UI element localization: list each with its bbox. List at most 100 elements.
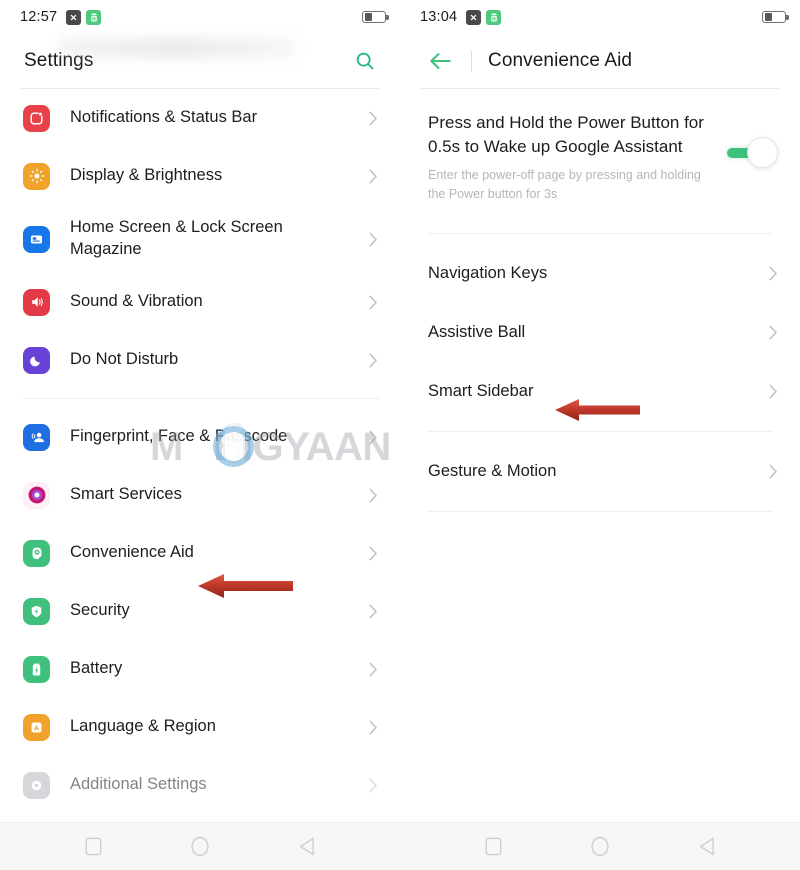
chevron-right-icon — [366, 111, 380, 126]
additional-settings-icon — [23, 771, 50, 799]
back-arrow-icon[interactable] — [426, 46, 456, 76]
sidebar-item-sound[interactable]: Sound & Vibration — [0, 273, 400, 331]
status-right-cluster — [362, 10, 389, 24]
chevron-right-icon — [766, 266, 780, 281]
convenience-aid-list[interactable]: Press and Hold the Power Button for 0.5s… — [400, 89, 800, 822]
sidebar-item-label: Language & Region — [70, 717, 216, 736]
chevron-right-icon — [366, 232, 380, 247]
notifications-icon — [23, 104, 50, 132]
search-icon[interactable] — [350, 46, 380, 76]
smart-services-icon — [23, 481, 50, 509]
chevron-right-icon — [366, 546, 380, 561]
sidebar-item-home-screen[interactable]: Home Screen & Lock Screen Magazine — [0, 205, 400, 273]
toggle-knob — [747, 137, 778, 168]
chevron-right-icon — [366, 430, 380, 445]
left-screen-settings: 12:57 Settings Notifications & Status Ba… — [0, 0, 400, 870]
list-item-gesture-motion[interactable]: Gesture & Motion — [400, 442, 800, 501]
sidebar-item-label: Battery — [70, 659, 123, 678]
chevron-right-icon — [766, 464, 780, 479]
sidebar-item-label: Display & Brightness — [70, 166, 223, 185]
right-navigation-bar[interactable] — [400, 822, 800, 870]
list-item-label: Gesture & Motion — [428, 461, 557, 480]
sidebar-item-do-not-disturb[interactable]: Do Not Disturb — [0, 331, 400, 389]
chevron-right-icon — [366, 353, 380, 368]
sidebar-item-label: Additional Settings — [70, 775, 207, 794]
sidebar-item-battery[interactable]: Battery — [0, 640, 400, 698]
right-screen-convenience-aid: 13:04 Convenience Aid Press and Hold the… — [400, 0, 800, 870]
green-app-icon — [486, 9, 502, 25]
close-badge-icon — [466, 9, 482, 25]
blurred-overlay-band — [60, 38, 295, 58]
home-circle-icon[interactable] — [177, 827, 223, 867]
left-status-bar: 12:57 — [0, 0, 400, 34]
list-item-smart-sidebar[interactable]: Smart Sidebar — [400, 362, 800, 421]
sidebar-item-fingerprint[interactable]: Fingerprint, Face & Passcode — [0, 408, 400, 466]
recents-square-icon[interactable] — [70, 827, 116, 867]
status-time: 12:57 — [20, 9, 58, 25]
list-divider — [23, 398, 380, 399]
sidebar-item-label: Sound & Vibration — [70, 292, 203, 311]
chevron-right-icon — [366, 778, 380, 793]
close-badge-icon — [66, 9, 82, 25]
power-button-toggle[interactable] — [726, 137, 778, 168]
sidebar-item-language[interactable]: Language & Region — [0, 698, 400, 756]
app-bar-separator — [471, 50, 472, 72]
sidebar-item-label: Home Screen & Lock Screen Magazine — [70, 218, 283, 258]
setting-title: Press and Hold the Power Button for 0.5s… — [428, 113, 704, 157]
left-navigation-bar[interactable] — [0, 822, 400, 870]
setting-texts: Press and Hold the Power Button for 0.5s… — [428, 111, 726, 203]
sidebar-item-label: Smart Services — [70, 485, 182, 504]
back-triangle-icon[interactable] — [284, 827, 330, 867]
list-item-assistive-ball[interactable]: Assistive Ball — [400, 303, 800, 362]
list-item-label: Navigation Keys — [428, 263, 548, 282]
green-app-icon — [86, 9, 102, 25]
battery-icon — [762, 10, 789, 24]
sound-icon — [23, 288, 50, 316]
chevron-right-icon — [366, 169, 380, 184]
chevron-right-icon — [366, 488, 380, 503]
page-title: Convenience Aid — [488, 50, 633, 71]
chevron-right-icon — [766, 325, 780, 340]
sidebar-item-smart-services[interactable]: Smart Services — [0, 466, 400, 524]
fingerprint-face-icon — [23, 423, 50, 451]
list-item-label: Assistive Ball — [428, 322, 526, 341]
right-status-bar: 13:04 — [400, 0, 800, 34]
sidebar-item-additional-settings[interactable]: Additional Settings — [0, 756, 400, 814]
convenience-aid-icon — [23, 539, 50, 567]
settings-app-bar: Settings — [0, 34, 400, 88]
sidebar-item-label: Convenience Aid — [70, 543, 194, 562]
battery-icon — [362, 10, 389, 24]
sidebar-item-convenience-aid[interactable]: Convenience Aid — [0, 524, 400, 582]
chevron-right-icon — [366, 662, 380, 677]
list-item-label: Smart Sidebar — [428, 381, 534, 400]
recents-square-icon[interactable] — [470, 827, 516, 867]
sidebar-item-security[interactable]: Security — [0, 582, 400, 640]
brightness-icon — [23, 162, 50, 190]
list-divider — [428, 511, 772, 513]
status-notification-icons — [466, 9, 502, 25]
chevron-right-icon — [766, 384, 780, 399]
sidebar-item-label: Fingerprint, Face & Passcode — [70, 427, 288, 446]
sidebar-item-notifications[interactable]: Notifications & Status Bar — [0, 89, 400, 147]
status-right-cluster — [762, 10, 789, 24]
power-button-assistant-setting[interactable]: Press and Hold the Power Button for 0.5s… — [400, 89, 800, 223]
chevron-right-icon — [366, 720, 380, 735]
shield-icon — [23, 597, 50, 625]
page-title: Settings — [24, 50, 94, 71]
chevron-right-icon — [366, 295, 380, 310]
sidebar-item-label: Security — [70, 601, 130, 620]
home-screen-icon — [23, 225, 50, 253]
dual-screenshot-container: 12:57 Settings Notifications & Status Ba… — [0, 0, 800, 870]
battery-icon — [23, 655, 50, 683]
sidebar-item-label: Do Not Disturb — [70, 350, 179, 369]
language-icon — [23, 713, 50, 741]
settings-list[interactable]: Notifications & Status Bar Display & Bri… — [0, 89, 400, 822]
chevron-right-icon — [366, 604, 380, 619]
list-item-navigation-keys[interactable]: Navigation Keys — [400, 244, 800, 303]
status-notification-icons — [66, 9, 102, 25]
list-divider — [428, 431, 772, 433]
setting-subtitle: Enter the power-off page by pressing and… — [428, 168, 701, 201]
back-triangle-icon[interactable] — [684, 827, 730, 867]
sidebar-item-display[interactable]: Display & Brightness — [0, 147, 400, 205]
home-circle-icon[interactable] — [577, 827, 623, 867]
